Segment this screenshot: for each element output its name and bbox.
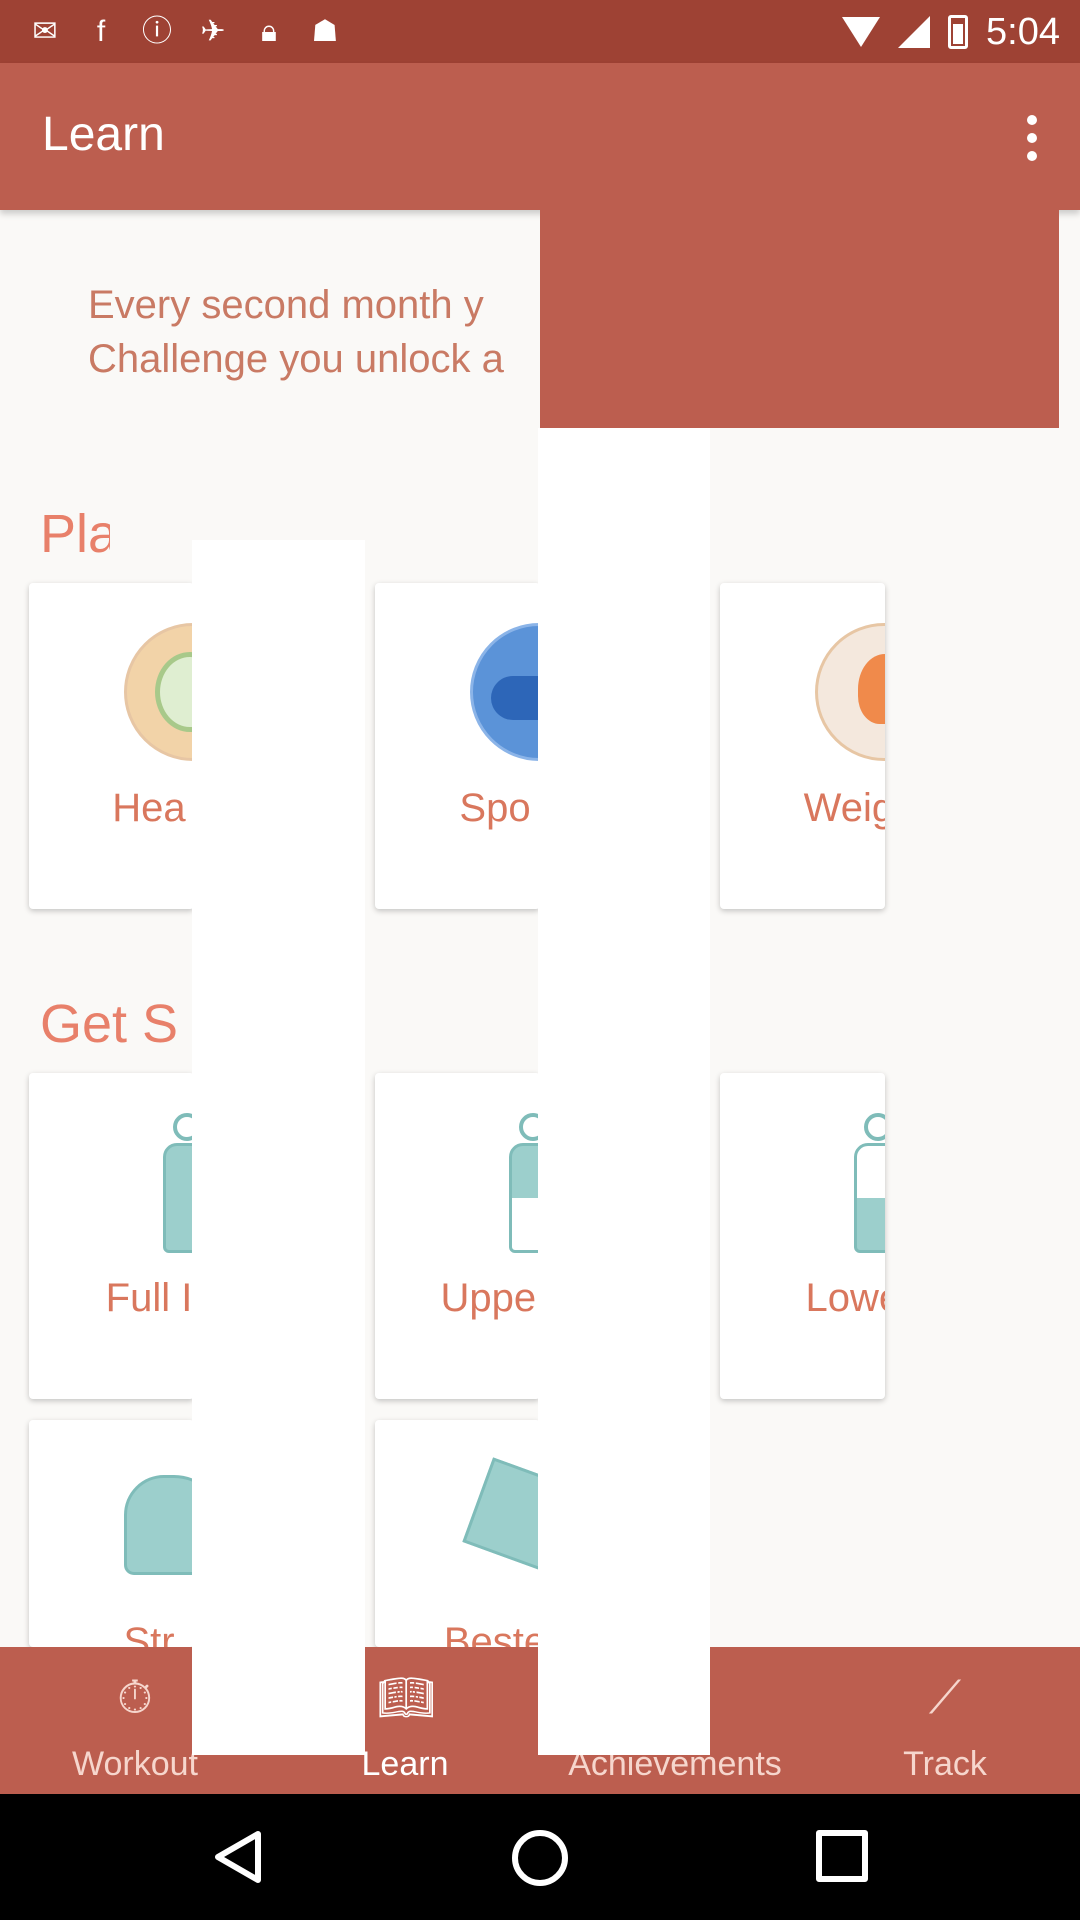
dot-icon [1027, 133, 1037, 143]
plan-card-label: Hea [112, 786, 186, 830]
section-title-plans: Pla [40, 504, 110, 564]
section-title-get-started: Get S [40, 994, 179, 1054]
stretching-figure-icon [124, 1475, 194, 1575]
start-card-label: Lower [805, 1276, 885, 1320]
plan-card-label: Weigh [803, 786, 885, 830]
blank-column [538, 428, 710, 1755]
bootcamp-flag-icon [462, 1457, 540, 1573]
recent-apps-icon[interactable] [816, 1830, 868, 1882]
intro-line: Challenge you unlock a [88, 337, 504, 381]
intro-text: Every second month y Challenge you unloc… [0, 210, 540, 386]
dot-icon [1027, 151, 1037, 161]
dot-icon [1027, 115, 1037, 125]
blank-column [192, 540, 365, 1755]
clock: 5:04 [986, 10, 1060, 53]
fake-gps-icon: ✈ [200, 15, 226, 48]
stopwatch-icon: ⏱︎ [117, 1671, 153, 1723]
start-card[interactable]: Full I [29, 1073, 194, 1399]
overflow-menu-button[interactable] [1002, 103, 1062, 173]
plan-card[interactable]: Weigh [720, 583, 885, 909]
wifi-icon [842, 17, 881, 47]
start-card-label: Full I [105, 1276, 193, 1320]
book-icon: 📖︎ [377, 1671, 436, 1723]
start-card-label: Upper [440, 1276, 540, 1320]
blank-column [538, 1647, 710, 1755]
mail-icon: ✉ [32, 15, 58, 48]
blank-column [192, 1647, 365, 1755]
intro-line: Every second month y [88, 283, 484, 327]
plan-card[interactable]: Hea [29, 583, 194, 909]
system-navigation-bar [0, 1794, 1080, 1920]
start-card-label: Str [123, 1620, 175, 1647]
home-icon[interactable] [512, 1830, 568, 1886]
status-bar: ✉ f ⓘ ✈ 🔒︎ ☗ 5:04 [0, 0, 1080, 63]
overflow-popup [540, 210, 1059, 428]
sneaker-icon [470, 623, 540, 761]
back-icon[interactable] [212, 1830, 262, 1884]
fire-icon [815, 623, 885, 761]
page-title: Learn [42, 108, 165, 161]
start-card[interactable]: Upper [375, 1073, 540, 1399]
plan-card-label: Spo [459, 786, 531, 830]
apple-icon [124, 623, 194, 761]
nav-label: Track [903, 1745, 987, 1783]
status-right: 5:04 [842, 10, 1060, 54]
alert-icon: ⓘ [142, 15, 172, 48]
signal-icon [898, 16, 931, 48]
full-body-figure-icon [157, 1113, 194, 1253]
nav-item-track[interactable]: ⟋ Track [810, 1647, 1080, 1794]
battery-icon [948, 15, 969, 49]
android-icon: ☗ [311, 15, 339, 48]
start-card[interactable]: Beste [375, 1420, 540, 1647]
lower-body-figure-icon [848, 1113, 885, 1253]
app-bar: Learn [0, 63, 1080, 210]
lock-icon: 🔒︎ [261, 15, 277, 48]
graph-line-icon: ⟋ [928, 1671, 962, 1723]
start-card-label: Beste [443, 1620, 540, 1647]
facebook-icon: f [96, 15, 106, 48]
notification-icons: ✉ f ⓘ ✈ 🔒︎ ☗ [28, 12, 342, 52]
start-card[interactable]: Str [29, 1420, 194, 1647]
start-card[interactable]: Lower [720, 1073, 885, 1399]
plan-card[interactable]: Spo [375, 583, 540, 909]
upper-body-figure-icon [503, 1113, 540, 1253]
